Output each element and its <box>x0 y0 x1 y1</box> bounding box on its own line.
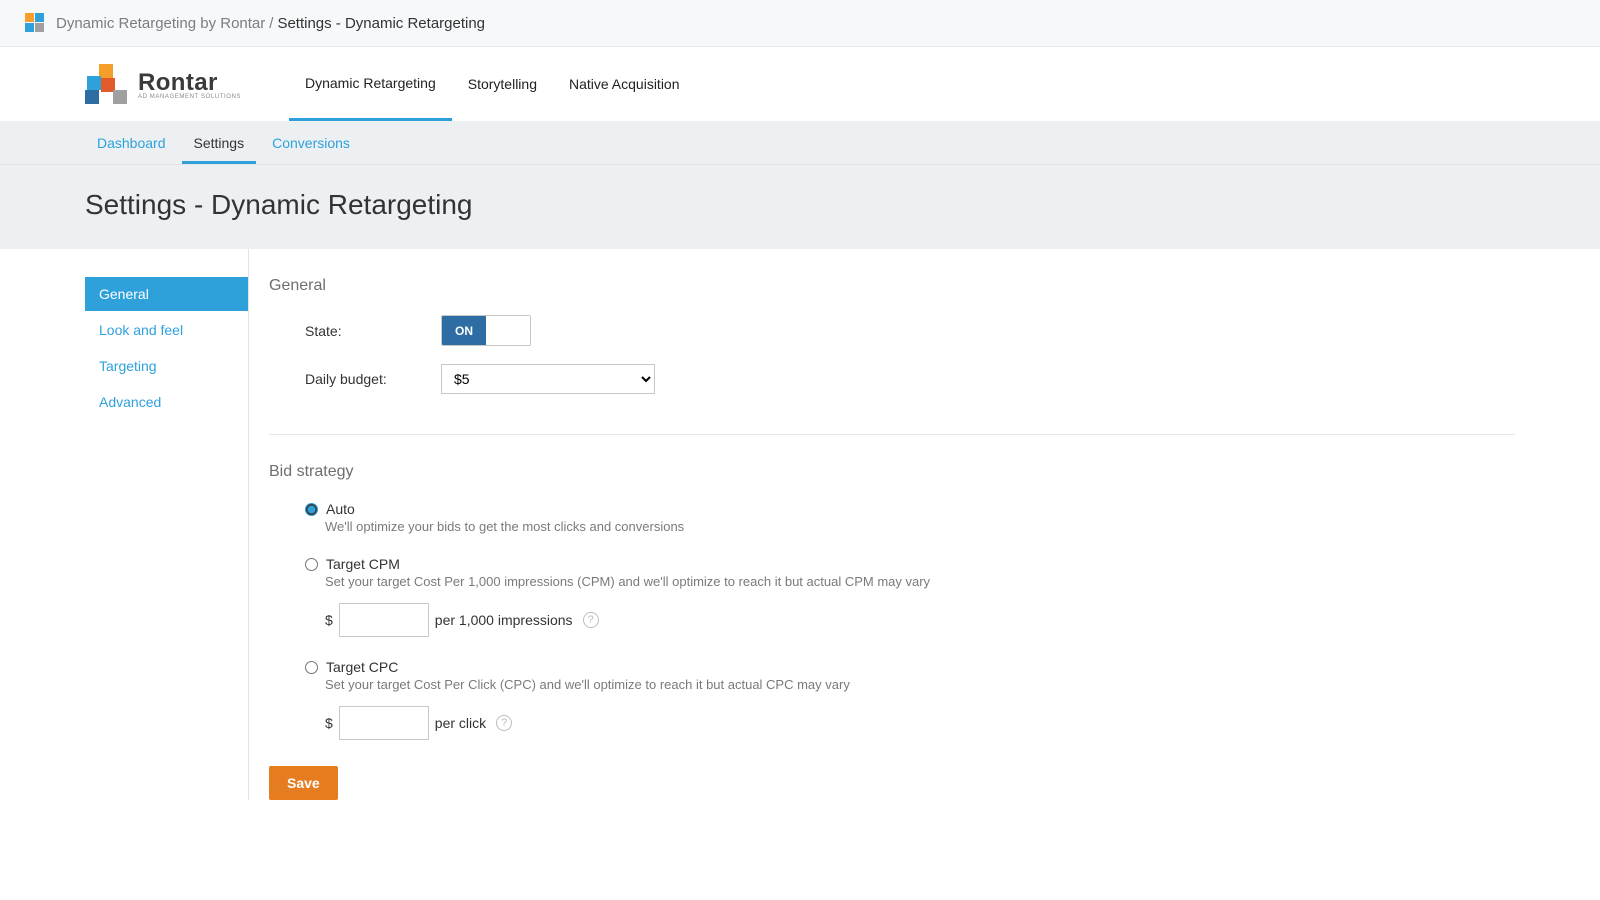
breadcrumb-bar: Dynamic Retargeting by Rontar / Settings… <box>0 0 1600 47</box>
bid-strategy-group: Auto We'll optimize your bids to get the… <box>269 501 1515 740</box>
daily-budget-label: Daily budget: <box>305 371 441 387</box>
bid-option-cpc: Target CPC Set your target Cost Per Clic… <box>305 659 1515 740</box>
bid-option-auto: Auto We'll optimize your bids to get the… <box>305 501 1515 534</box>
settings-sidebar: General Look and feel Targeting Advanced <box>85 249 249 800</box>
cpc-input-row: $ per click ? <box>325 706 1515 740</box>
breadcrumb-parent[interactable]: Dynamic Retargeting by Rontar <box>56 15 265 32</box>
cpc-currency-prefix: $ <box>325 715 333 731</box>
subnav-conversions[interactable]: Conversions <box>260 121 362 164</box>
sub-nav: Dashboard Settings Conversions <box>0 121 1600 165</box>
radio-auto[interactable] <box>305 503 318 516</box>
brand-name: Rontar <box>138 69 218 96</box>
sidebar-item-general[interactable]: General <box>85 277 248 311</box>
cpc-input[interactable] <box>339 706 429 740</box>
brand-bar: Rontar AD MANAGEMENT SOLUTIONS Dynamic R… <box>0 47 1600 121</box>
bid-option-cpm: Target CPM Set your target Cost Per 1,00… <box>305 556 1515 637</box>
state-toggle[interactable]: ON <box>441 315 531 346</box>
nav-storytelling[interactable]: Storytelling <box>452 47 553 121</box>
radio-cpm-desc: Set your target Cost Per 1,000 impressio… <box>325 574 1515 589</box>
save-button[interactable]: Save <box>269 766 338 800</box>
radio-cpc-label: Target CPC <box>326 659 398 675</box>
brand-logo[interactable]: Rontar AD MANAGEMENT SOLUTIONS <box>85 61 255 107</box>
sidebar-item-targeting[interactable]: Targeting <box>85 349 248 383</box>
radio-cpm-label: Target CPM <box>326 556 400 572</box>
sidebar-item-look-and-feel[interactable]: Look and feel <box>85 313 248 347</box>
subnav-dashboard[interactable]: Dashboard <box>85 121 178 164</box>
daily-budget-row: Daily budget: $5 <box>269 364 1515 394</box>
cpc-suffix: per click <box>435 715 486 731</box>
help-icon[interactable]: ? <box>496 715 512 731</box>
radio-auto-desc: We'll optimize your bids to get the most… <box>325 519 1515 534</box>
brand-tagline: AD MANAGEMENT SOLUTIONS <box>138 94 241 100</box>
state-row: State: ON <box>269 315 1515 346</box>
section-divider <box>269 434 1515 435</box>
rontar-logo-icon <box>85 62 130 107</box>
cpm-suffix: per 1,000 impressions <box>435 612 573 628</box>
header-region: Dashboard Settings Conversions Settings … <box>0 121 1600 249</box>
radio-cpc-desc: Set your target Cost Per Click (CPC) and… <box>325 677 1515 692</box>
section-heading-general: General <box>269 277 1515 295</box>
sidebar-item-advanced[interactable]: Advanced <box>85 385 248 419</box>
breadcrumb-separator: / <box>269 15 273 32</box>
page-title: Settings - Dynamic Retargeting <box>0 165 1600 249</box>
state-label: State: <box>305 323 441 339</box>
section-heading-bid-strategy: Bid strategy <box>269 463 1515 481</box>
radio-auto-label: Auto <box>326 501 355 517</box>
cpm-input-row: $ per 1,000 impressions ? <box>325 603 1515 637</box>
rontar-favicon <box>24 12 46 34</box>
help-icon[interactable]: ? <box>583 612 599 628</box>
cpm-currency-prefix: $ <box>325 612 333 628</box>
toggle-off-side <box>486 316 530 345</box>
nav-native-acquisition[interactable]: Native Acquisition <box>553 47 696 121</box>
daily-budget-select[interactable]: $5 <box>441 364 655 394</box>
subnav-settings[interactable]: Settings <box>182 121 257 164</box>
radio-cpc[interactable] <box>305 661 318 674</box>
content-area: General Look and feel Targeting Advanced… <box>0 249 1600 840</box>
radio-cpm[interactable] <box>305 558 318 571</box>
breadcrumb-current: Settings - Dynamic Retargeting <box>277 15 485 32</box>
main-panel: General State: ON Daily budget: $5 Bid s… <box>249 249 1515 800</box>
nav-dynamic-retargeting[interactable]: Dynamic Retargeting <box>289 47 452 121</box>
toggle-on-label: ON <box>442 316 486 345</box>
cpm-input[interactable] <box>339 603 429 637</box>
main-nav: Dynamic Retargeting Storytelling Native … <box>289 47 696 121</box>
